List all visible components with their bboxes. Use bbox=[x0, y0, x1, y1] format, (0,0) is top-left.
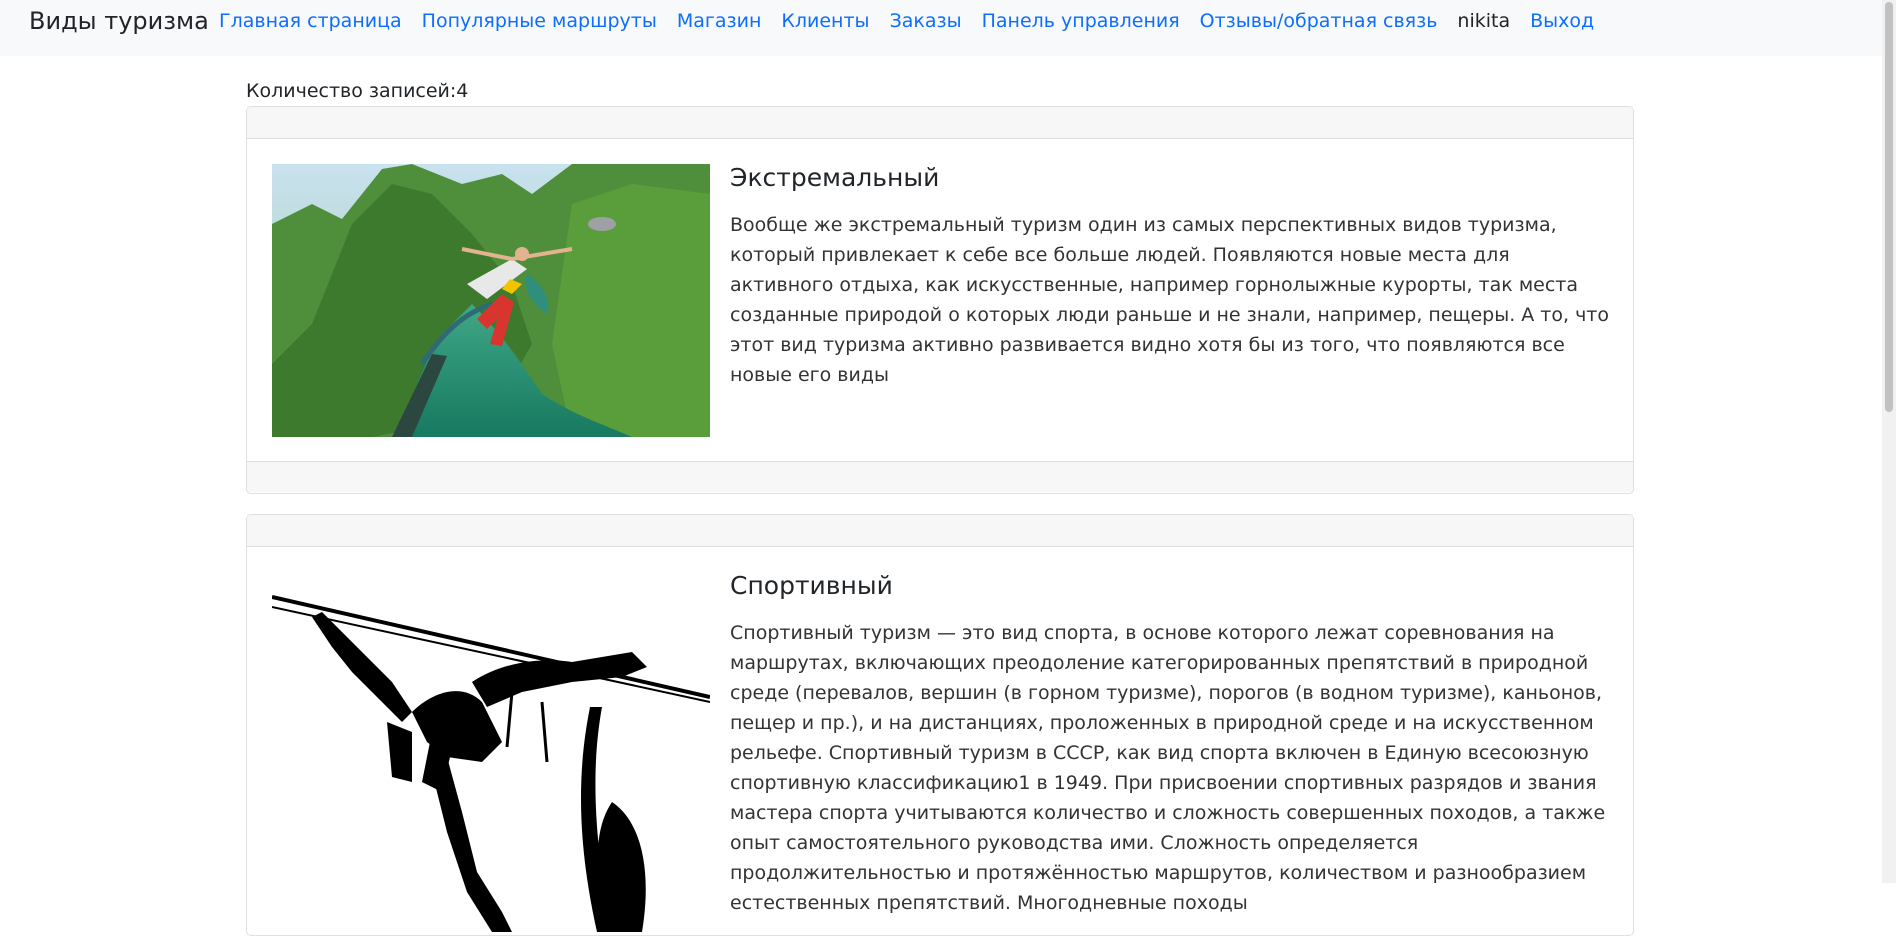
nav-link-home[interactable]: Главная страница bbox=[219, 10, 402, 32]
card-title: Экстремальный bbox=[730, 163, 940, 192]
card-body: Экстремальный Вообще же экстремальный ту… bbox=[247, 139, 1633, 461]
nav-username: nikita bbox=[1457, 10, 1511, 32]
nav-link-shop[interactable]: Магазин bbox=[677, 10, 762, 32]
nav-links: Главная страница Популярные маршруты Маг… bbox=[219, 10, 1614, 32]
card-title: Спортивный bbox=[730, 571, 893, 600]
card-body: Спортивный Спортивный туризм — это вид с… bbox=[247, 547, 1633, 932]
card-image-sport bbox=[272, 572, 710, 932]
card-description: Вообще же экстремальный туризм один из с… bbox=[730, 214, 1610, 386]
navbar-brand[interactable]: Виды туризма bbox=[29, 7, 209, 35]
card-header bbox=[247, 515, 1633, 547]
nav-link-clients[interactable]: Клиенты bbox=[781, 10, 869, 32]
tourism-card: Экстремальный Вообще же экстремальный ту… bbox=[246, 106, 1634, 494]
scrollbar-thumb[interactable] bbox=[1885, 2, 1893, 412]
nav-link-control-panel[interactable]: Панель управления bbox=[982, 10, 1180, 32]
nav-link-orders[interactable]: Заказы bbox=[890, 10, 962, 32]
card-footer bbox=[247, 461, 1633, 492]
card-text: Экстремальный Вообще же экстремальный ту… bbox=[730, 163, 1610, 390]
records-count: Количество записей:4 bbox=[246, 80, 469, 102]
card-description: Спортивный туризм — это вид спорта, в ос… bbox=[730, 622, 1606, 914]
nav-link-popular-routes[interactable]: Популярные маршруты bbox=[422, 10, 657, 32]
card-text: Спортивный Спортивный туризм — это вид с… bbox=[730, 571, 1610, 918]
card-image-extreme bbox=[272, 164, 710, 437]
card-header bbox=[247, 107, 1633, 139]
nav-link-logout[interactable]: Выход bbox=[1530, 10, 1594, 32]
tourism-card: Спортивный Спортивный туризм — это вид с… bbox=[246, 514, 1634, 936]
page-scrollbar[interactable] bbox=[1882, 0, 1896, 883]
nav-link-feedback[interactable]: Отзывы/обратная связь bbox=[1200, 10, 1438, 32]
top-navbar: Виды туризма Главная страница Популярные… bbox=[0, 0, 1896, 56]
